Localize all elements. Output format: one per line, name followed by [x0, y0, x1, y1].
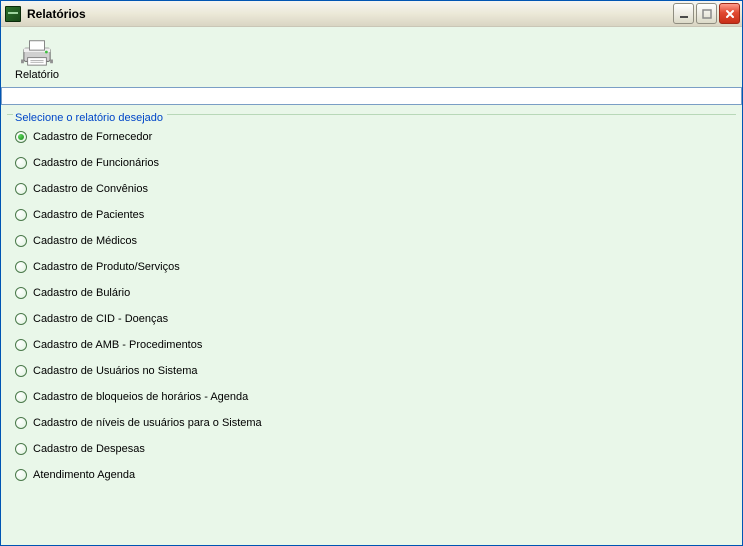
client-area: Relatório Selecione o relatório desejado…: [1, 27, 742, 545]
radio-option[interactable]: Cadastro de Fornecedor: [15, 131, 730, 143]
radio-option[interactable]: Cadastro de AMB - Procedimentos: [15, 339, 730, 351]
window-frame: Relatórios: [0, 0, 743, 546]
radio-label: Cadastro de Fornecedor: [33, 131, 152, 143]
radio-icon: [15, 313, 27, 325]
filter-input[interactable]: [1, 87, 742, 105]
titlebar[interactable]: Relatórios: [1, 1, 742, 27]
radio-dot-icon: [18, 134, 24, 140]
radio-icon: [15, 391, 27, 403]
radio-icon: [15, 183, 27, 195]
radio-option[interactable]: Cadastro de níveis de usuários para o Si…: [15, 417, 730, 429]
radio-icon: [15, 157, 27, 169]
radio-option[interactable]: Cadastro de Despesas: [15, 443, 730, 455]
radio-option[interactable]: Cadastro de Convênios: [15, 183, 730, 195]
radio-icon: [15, 287, 27, 299]
maximize-button[interactable]: [696, 3, 717, 24]
radio-label: Cadastro de Usuários no Sistema: [33, 365, 197, 377]
radio-icon: [15, 365, 27, 377]
report-button[interactable]: Relatório: [7, 33, 67, 83]
radio-label: Cadastro de AMB - Procedimentos: [33, 339, 202, 351]
report-groupbox: Selecione o relatório desejado Cadastro …: [7, 107, 736, 539]
printer-icon: [18, 37, 56, 67]
radio-option[interactable]: Cadastro de Pacientes: [15, 209, 730, 221]
radio-label: Cadastro de Convênios: [33, 183, 148, 195]
group-legend: Selecione o relatório desejado: [13, 112, 167, 124]
radio-icon: [15, 235, 27, 247]
radio-label: Cadastro de níveis de usuários para o Si…: [33, 417, 262, 429]
radio-option[interactable]: Cadastro de Funcionários: [15, 157, 730, 169]
radio-option[interactable]: Cadastro de Usuários no Sistema: [15, 365, 730, 377]
radio-icon: [15, 469, 27, 481]
radio-option[interactable]: Cadastro de CID - Doenças: [15, 313, 730, 325]
radio-option[interactable]: Cadastro de Produto/Serviços: [15, 261, 730, 273]
radio-list: Cadastro de Fornecedor Cadastro de Funcio…: [13, 131, 730, 481]
radio-icon: [15, 261, 27, 273]
radio-option[interactable]: Atendimento Agenda: [15, 469, 730, 481]
radio-icon: [15, 209, 27, 221]
report-button-label: Relatório: [15, 69, 59, 81]
radio-icon: [15, 339, 27, 351]
toolbar: Relatório: [1, 33, 742, 83]
radio-label: Cadastro de bloqueios de horários - Agen…: [33, 391, 248, 403]
window-title: Relatórios: [27, 7, 86, 21]
radio-label: Cadastro de Produto/Serviços: [33, 261, 180, 273]
radio-icon: [15, 443, 27, 455]
radio-icon: [15, 417, 27, 429]
minimize-button[interactable]: [673, 3, 694, 24]
radio-label: Atendimento Agenda: [33, 469, 135, 481]
minimize-icon: [679, 9, 689, 19]
radio-label: Cadastro de Despesas: [33, 443, 145, 455]
radio-icon: [15, 131, 27, 143]
radio-option[interactable]: Cadastro de Bulário: [15, 287, 730, 299]
close-icon: [725, 9, 735, 19]
radio-label: Cadastro de Funcionários: [33, 157, 159, 169]
maximize-icon: [702, 9, 712, 19]
radio-label: Cadastro de Médicos: [33, 235, 137, 247]
radio-label: Cadastro de CID - Doenças: [33, 313, 168, 325]
radio-option[interactable]: Cadastro de bloqueios de horários - Agen…: [15, 391, 730, 403]
radio-label: Cadastro de Bulário: [33, 287, 130, 299]
radio-label: Cadastro de Pacientes: [33, 209, 144, 221]
close-button[interactable]: [719, 3, 740, 24]
app-icon: [5, 6, 21, 22]
radio-option[interactable]: Cadastro de Médicos: [15, 235, 730, 247]
